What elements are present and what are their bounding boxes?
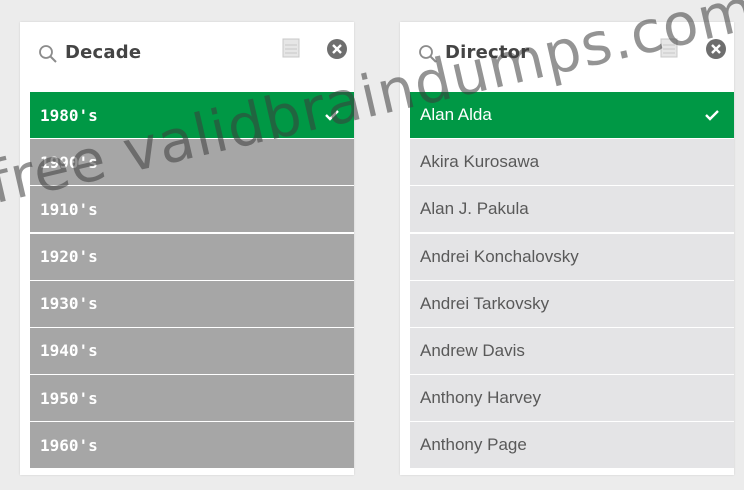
decade-item-label: 1910's bbox=[40, 199, 98, 219]
decade-list[interactable]: 1980's 1990's 1910's 1920's 1930's 1940's 1950… bbox=[30, 92, 354, 469]
director-item-label: Anthony Harvey bbox=[420, 388, 541, 408]
decade-list-item[interactable]: 1930's bbox=[30, 280, 354, 327]
director-list-item[interactable]: Andrei Konchalovsky bbox=[410, 233, 734, 280]
decade-list-item[interactable]: 1920's bbox=[30, 233, 354, 280]
director-item-label: Andrei Tarkovsky bbox=[420, 293, 550, 313]
menu-icon[interactable] bbox=[282, 38, 300, 58]
decade-panel-title: Decade bbox=[65, 42, 142, 63]
decade-item-label: 1920's bbox=[40, 247, 98, 267]
check-icon bbox=[705, 110, 719, 121]
decade-item-label: 1960's bbox=[40, 435, 98, 455]
decade-item-label: 1990's bbox=[40, 152, 98, 172]
director-item-label: Andrew Davis bbox=[420, 340, 525, 360]
decade-item-label: 1980's bbox=[40, 105, 98, 125]
search-icon[interactable] bbox=[38, 44, 58, 64]
decade-item-label: 1940's bbox=[40, 341, 98, 361]
director-list[interactable]: Alan Alda Akira Kurosawa Alan J. Pakula And… bbox=[410, 92, 734, 469]
director-list-item[interactable]: Alan J. Pakula bbox=[410, 186, 734, 233]
director-list-item[interactable]: Alan Alda bbox=[410, 92, 734, 138]
decade-list-item[interactable]: 1990's bbox=[30, 139, 354, 186]
director-item-label: Akira Kurosawa bbox=[420, 152, 540, 172]
menu-icon[interactable] bbox=[660, 38, 678, 58]
director-list-item[interactable]: Andrew Davis bbox=[410, 327, 734, 374]
director-filter-panel: Director Alan Alda Akira Kurosawa Alan J. … bbox=[400, 22, 734, 475]
director-list-item[interactable]: Andrei Tarkovsky bbox=[410, 280, 734, 327]
clear-selection-icon[interactable] bbox=[326, 38, 348, 60]
decade-item-label: 1930's bbox=[40, 294, 98, 314]
director-list-item[interactable]: Akira Kurosawa bbox=[410, 139, 734, 186]
decade-list-item[interactable]: 1980's bbox=[30, 92, 354, 138]
director-item-label: Alan J. Pakula bbox=[420, 199, 529, 219]
check-icon bbox=[325, 110, 339, 121]
director-list-item[interactable]: Anthony Page bbox=[410, 422, 734, 469]
clear-selection-icon[interactable] bbox=[705, 38, 727, 60]
director-item-label: Anthony Page bbox=[420, 435, 527, 455]
decade-list-item[interactable]: 1940's bbox=[30, 327, 354, 374]
decade-list-item[interactable]: 1910's bbox=[30, 186, 354, 233]
director-panel-title: Director bbox=[445, 42, 530, 63]
search-icon[interactable] bbox=[418, 44, 438, 64]
director-panel-header: Director bbox=[400, 22, 734, 88]
decade-panel-header: Decade bbox=[20, 22, 354, 88]
decade-item-label: 1950's bbox=[40, 388, 98, 408]
director-item-label: Alan Alda bbox=[420, 105, 492, 124]
decade-filter-panel: Decade 1980's 1990's 1910's 1920's 1930's 194… bbox=[20, 22, 354, 475]
decade-list-item[interactable]: 1950's bbox=[30, 375, 354, 422]
director-item-label: Andrei Konchalovsky bbox=[420, 246, 579, 266]
director-list-item[interactable]: Anthony Harvey bbox=[410, 375, 734, 422]
decade-list-item[interactable]: 1960's bbox=[30, 422, 354, 469]
